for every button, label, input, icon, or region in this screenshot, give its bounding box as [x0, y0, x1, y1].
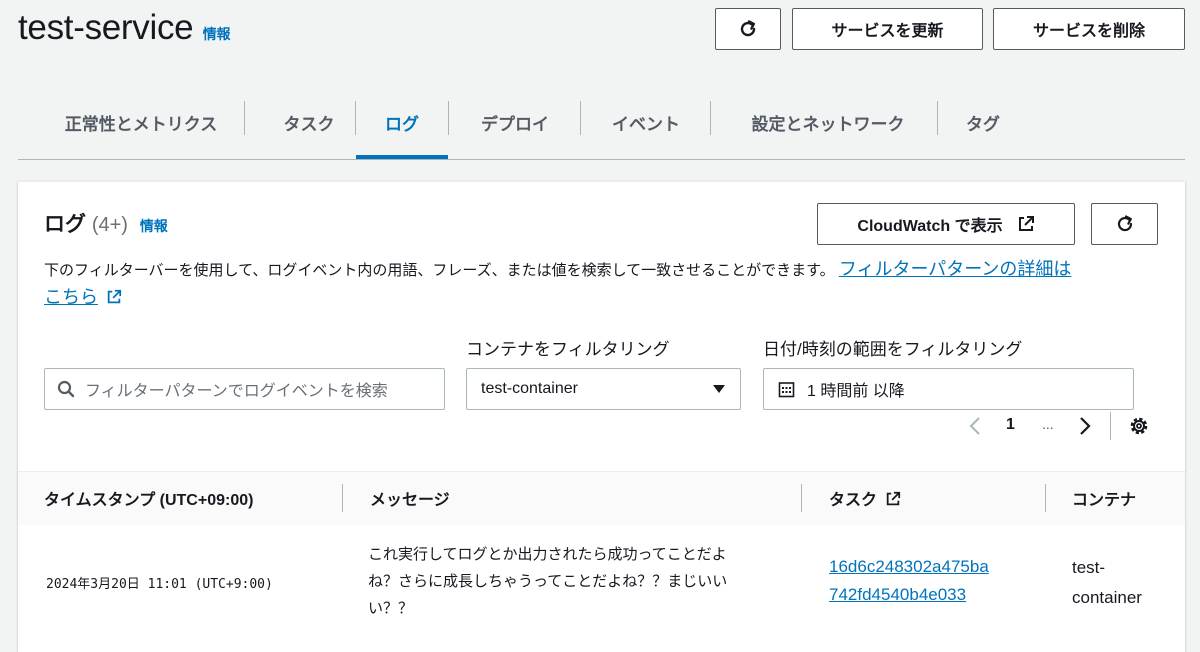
external-link-icon: [1018, 216, 1034, 231]
cloudwatch-button-label: CloudWatch で表示: [857, 218, 1003, 235]
tab-divider: [710, 101, 711, 135]
tab-tags[interactable]: タグ: [948, 93, 1018, 151]
search-input[interactable]: フィルターパターンでログイベントを検索: [44, 368, 445, 410]
row-container: test- container: [1072, 553, 1142, 613]
container-filter-label: コンテナをフィルタリング: [466, 340, 670, 359]
service-name: test-service: [18, 8, 194, 47]
date-filter-label: 日付/時刻の範囲をフィルタリング: [763, 340, 1023, 359]
column-resizer[interactable]: [1045, 484, 1046, 512]
column-container[interactable]: コンテナ: [1072, 486, 1136, 510]
calendar-icon: [778, 381, 795, 397]
update-service-button[interactable]: サービスを更新: [792, 8, 983, 50]
task-id-line: 16d6c248302a475ba: [829, 557, 989, 576]
row-timestamp: 2024年3月20日 11:01 (UTC+9:00): [46, 577, 273, 592]
tab-divider: [448, 101, 449, 135]
date-range-picker[interactable]: 1 時間前 以降: [763, 368, 1134, 410]
logs-title: ログ: [44, 213, 86, 236]
external-link-icon: [107, 289, 122, 304]
table-row: 2024年3月20日 11:01 (UTC+9:00) これ実行してログとか出力…: [18, 525, 1185, 638]
delete-service-button[interactable]: サービスを削除: [993, 8, 1185, 50]
tab-bar: 正常性とメトリクス タスク ログ デプロイ イベント 設定とネットワーク タグ: [18, 93, 1185, 160]
tab-divider: [244, 101, 245, 135]
tab-tasks[interactable]: タスク: [254, 93, 364, 151]
logs-refresh-button[interactable]: [1091, 203, 1158, 245]
date-range-value: 1 時間前 以降: [807, 383, 905, 400]
logs-description: 下のフィルターバーを使用して、ログイベント内の用語、フレーズ、または値を検索して…: [44, 256, 1154, 312]
column-timestamp[interactable]: タイムスタンプ (UTC+09:00): [44, 486, 253, 510]
column-task[interactable]: タスク: [829, 486, 901, 510]
tab-events[interactable]: イベント: [581, 93, 711, 151]
row-task-link[interactable]: 16d6c248302a475ba 742fd4540b4e033: [829, 553, 989, 609]
column-task-label: タスク: [829, 492, 878, 509]
container-select-value: test-container: [481, 380, 578, 397]
message-line: ね？さらに成長しちゃうってことだよね？？まじいい: [368, 573, 728, 590]
task-id-line: 742fd4540b4e033: [829, 585, 967, 604]
pagination: 1 ...: [962, 412, 1162, 442]
pagination-divider: [1110, 412, 1111, 440]
column-resizer[interactable]: [801, 484, 802, 512]
column-resizer[interactable]: [342, 484, 343, 512]
column-message[interactable]: メッセージ: [370, 486, 450, 510]
message-line: これ実行してログとか出力されたら成功ってことだよ: [368, 546, 727, 563]
refresh-icon: [740, 20, 756, 37]
chevron-left-icon[interactable]: [968, 416, 982, 436]
tab-health-metrics[interactable]: 正常性とメトリクス: [36, 93, 246, 151]
container-select[interactable]: test-container: [466, 368, 741, 410]
description-text: 下のフィルターバーを使用して、ログイベント内の用語、フレーズ、または値を検索して…: [44, 262, 835, 279]
message-line: い？？: [368, 600, 414, 617]
container-line: container: [1072, 588, 1142, 607]
logs-count: (4+): [91, 214, 128, 236]
tab-divider: [937, 101, 938, 135]
external-link-icon: [887, 491, 901, 506]
search-placeholder: フィルターパターンでログイベントを検索: [85, 383, 388, 400]
page-title: test-service 情報: [18, 8, 230, 48]
tab-deploy[interactable]: デプロイ: [450, 93, 580, 151]
refresh-button[interactable]: [715, 8, 781, 50]
page-ellipsis: ...: [1042, 416, 1054, 432]
tab-settings-network[interactable]: 設定とネットワーク: [718, 93, 938, 151]
row-message: これ実行してログとか出力されたら成功ってことだよ ね？さらに成長しちゃうってこと…: [368, 541, 727, 622]
logs-info-link[interactable]: 情報: [140, 218, 168, 234]
tab-logs[interactable]: ログ: [356, 93, 448, 159]
refresh-icon: [1117, 215, 1132, 232]
chevron-right-icon[interactable]: [1078, 416, 1092, 436]
filter-pattern-details-link-cont[interactable]: こちら: [44, 287, 98, 307]
filter-pattern-details-link[interactable]: フィルターパターンの詳細は: [839, 259, 1072, 279]
container-line: test-: [1072, 558, 1106, 577]
info-link[interactable]: 情報: [203, 26, 231, 42]
view-in-cloudwatch-button[interactable]: CloudWatch で表示: [817, 203, 1075, 245]
caret-down-icon: [713, 385, 725, 393]
table-header: タイムスタンプ (UTC+09:00) メッセージ タスク コンテナ: [18, 471, 1185, 526]
search-icon: [57, 380, 75, 398]
page-number[interactable]: 1: [1006, 416, 1015, 434]
settings-icon[interactable]: [1128, 415, 1150, 437]
logs-header: ログ (4+) 情報: [44, 208, 168, 238]
